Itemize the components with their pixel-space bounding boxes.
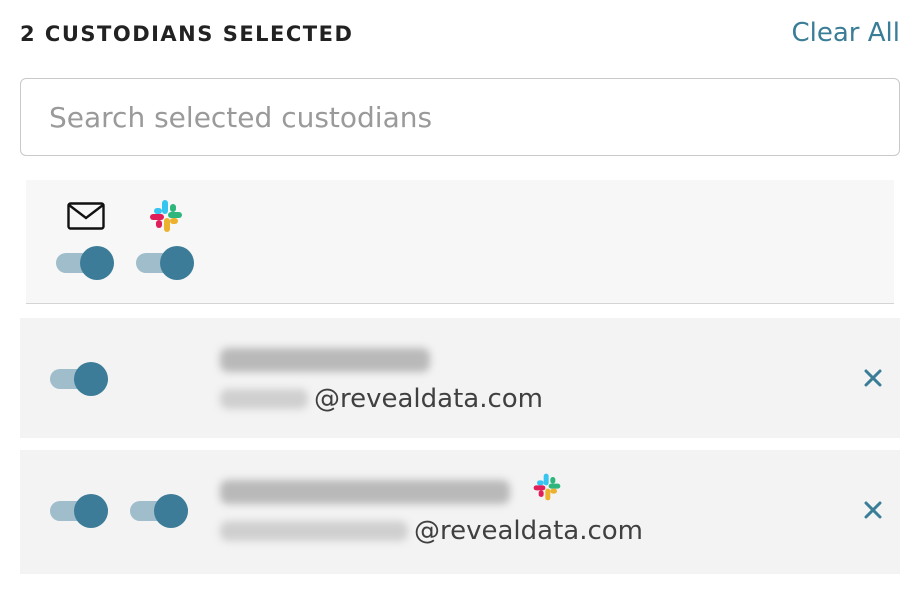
toggle-knob bbox=[154, 494, 188, 528]
custodian-email: @revealdata.com bbox=[220, 516, 643, 546]
toggle-knob bbox=[160, 246, 194, 280]
mail-icon bbox=[56, 196, 116, 236]
custodian-email-toggle[interactable] bbox=[50, 494, 108, 528]
custodian-name-redacted bbox=[220, 480, 510, 504]
clear-all-link[interactable]: Clear All bbox=[792, 18, 901, 48]
channel-slack bbox=[136, 196, 196, 286]
slack-channel-toggle[interactable] bbox=[136, 246, 194, 280]
email-domain: @revealdata.com bbox=[414, 516, 644, 546]
custodian-slack-toggle[interactable] bbox=[130, 494, 188, 528]
email-channel-toggle[interactable] bbox=[56, 246, 114, 280]
toggle-knob bbox=[74, 362, 108, 396]
remove-custodian-button[interactable] bbox=[860, 365, 886, 391]
search-input[interactable] bbox=[21, 79, 899, 155]
email-domain: @revealdata.com bbox=[314, 384, 544, 414]
selection-header: 2 CUSTODIANS SELECTED Clear All bbox=[20, 18, 900, 54]
custodian-email-toggle[interactable] bbox=[50, 362, 108, 396]
email-local-redacted bbox=[220, 521, 408, 541]
toggle-knob bbox=[74, 494, 108, 528]
close-icon bbox=[864, 369, 882, 387]
remove-custodian-button[interactable] bbox=[860, 497, 886, 523]
email-local-redacted bbox=[220, 389, 308, 409]
custodian-email: @revealdata.com bbox=[220, 384, 543, 414]
toggle-knob bbox=[80, 246, 114, 280]
search-box[interactable] bbox=[20, 78, 900, 156]
slack-icon bbox=[532, 472, 562, 502]
custodian-row: @revealdata.com bbox=[20, 318, 900, 438]
custodian-name-redacted bbox=[220, 348, 430, 372]
channel-email bbox=[56, 196, 116, 286]
channel-toggle-panel bbox=[26, 180, 894, 304]
slack-icon bbox=[136, 196, 196, 236]
close-icon bbox=[864, 501, 882, 519]
selected-count-title: 2 CUSTODIANS SELECTED bbox=[20, 22, 354, 46]
custodian-row: @revealdata.com bbox=[20, 450, 900, 574]
